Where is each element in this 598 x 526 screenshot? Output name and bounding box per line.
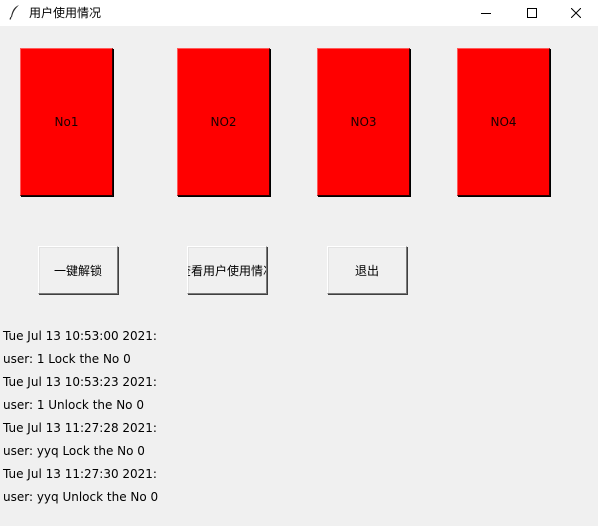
log-line: user: 1 Unlock the No 0 bbox=[3, 398, 144, 412]
minimize-button[interactable] bbox=[463, 0, 509, 26]
log-line: Tue Jul 13 10:53:00 2021: bbox=[3, 329, 157, 343]
station-no1[interactable]: No1 bbox=[20, 48, 113, 196]
station-label: NO2 bbox=[210, 115, 237, 129]
station-label: No1 bbox=[54, 115, 79, 129]
station-no4[interactable]: NO4 bbox=[457, 48, 550, 196]
log-line: Tue Jul 13 10:53:23 2021: bbox=[3, 375, 157, 389]
minimize-icon bbox=[481, 8, 491, 18]
station-label: NO3 bbox=[350, 115, 377, 129]
maximize-button[interactable] bbox=[509, 0, 555, 26]
log-line: user: yyq Unlock the No 0 bbox=[3, 490, 159, 504]
view-usage-button[interactable]: 查看用户使用情况 bbox=[187, 246, 267, 294]
station-label: NO4 bbox=[490, 115, 517, 129]
close-icon bbox=[571, 8, 581, 18]
station-no3[interactable]: NO3 bbox=[317, 48, 410, 196]
exit-button[interactable]: 退出 bbox=[327, 246, 407, 294]
maximize-icon bbox=[527, 8, 537, 18]
window-title: 用户使用情况 bbox=[29, 6, 102, 20]
unlock-all-button[interactable]: 一键解锁 bbox=[38, 246, 118, 294]
log-line: Tue Jul 13 11:27:28 2021: bbox=[3, 421, 157, 435]
log-line: user: 1 Lock the No 0 bbox=[3, 352, 131, 366]
feather-icon bbox=[8, 4, 22, 20]
log-line: Tue Jul 13 11:27:30 2021: bbox=[3, 467, 157, 481]
close-button[interactable] bbox=[553, 0, 598, 26]
station-no2[interactable]: NO2 bbox=[177, 48, 270, 196]
log-line: user: yyq Lock the No 0 bbox=[3, 444, 145, 458]
usage-log: Tue Jul 13 10:53:00 2021: user: 1 Lock t… bbox=[3, 325, 583, 509]
title-bar: 用户使用情况 bbox=[0, 0, 598, 26]
